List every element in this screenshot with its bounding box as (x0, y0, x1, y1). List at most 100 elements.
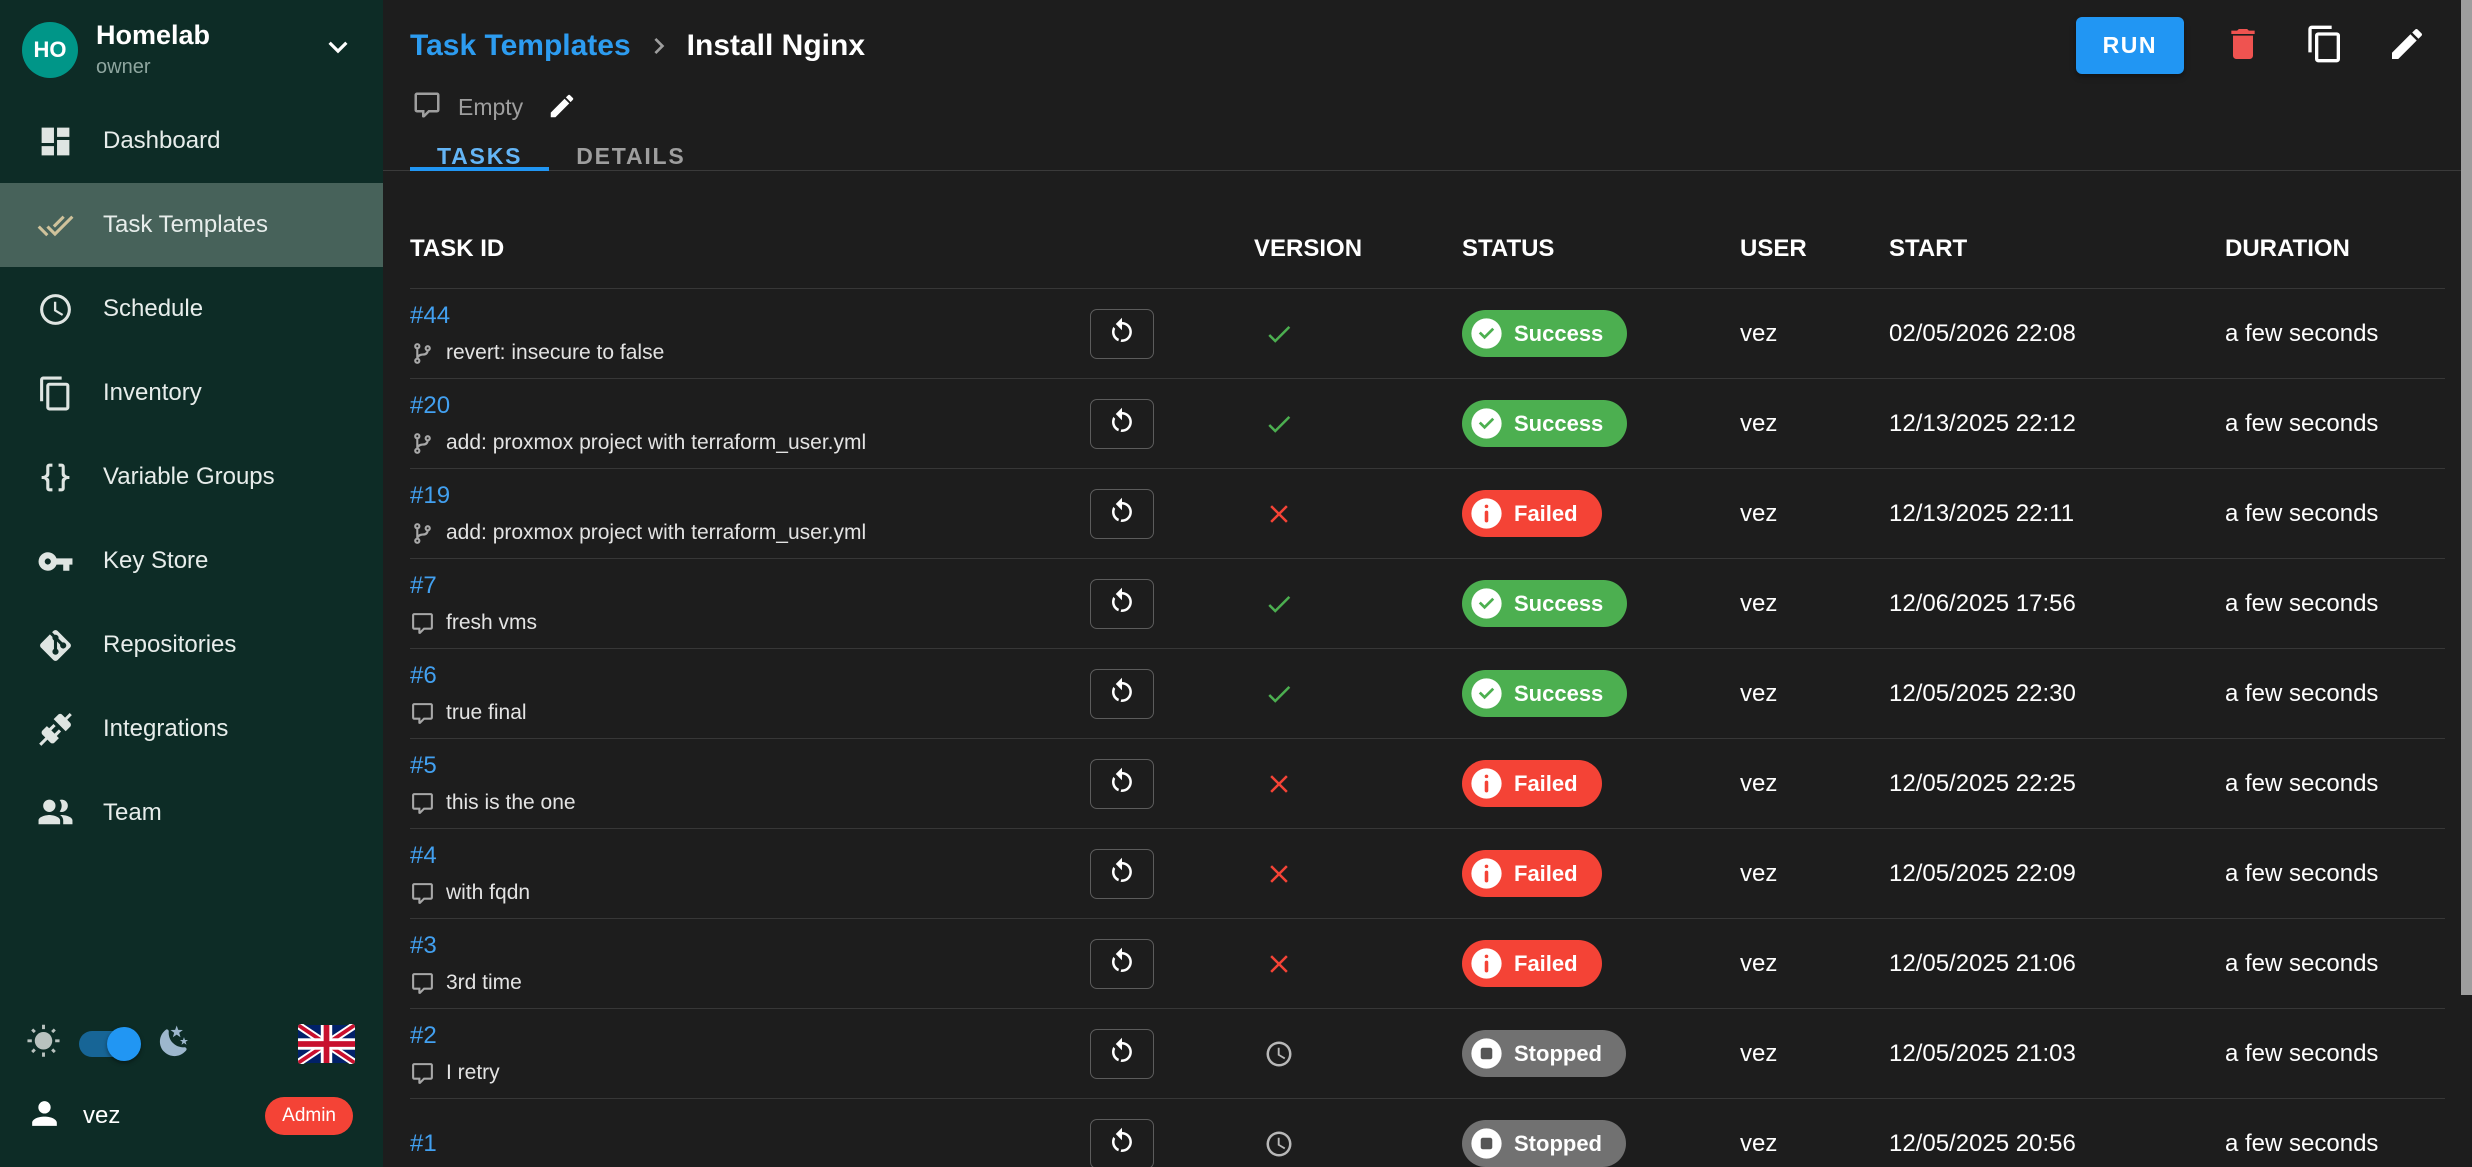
table-row: #7 fresh vms Success vez 12/06/2025 17:5… (410, 559, 2445, 649)
status-badge[interactable]: Success (1462, 400, 1627, 447)
edit-pencil-icon (547, 91, 577, 124)
status-badge[interactable]: Failed (1462, 940, 1602, 987)
rerun-button[interactable] (1090, 579, 1154, 629)
task-user: vez (1740, 1040, 1889, 1068)
sidebar-item-team[interactable]: Team (0, 771, 383, 855)
scrollbar-thumb[interactable] (2461, 0, 2472, 995)
rerun-button[interactable] (1090, 399, 1154, 449)
restart-icon (1107, 677, 1137, 710)
comment-icon (412, 90, 442, 125)
task-user: vez (1740, 1130, 1889, 1158)
task-id-cell: #19 add: proxmox project with terraform_… (410, 482, 1060, 546)
task-start: 12/13/2025 22:12 (1889, 410, 2225, 438)
table-row: #20 add: proxmox project with terraform_… (410, 379, 2445, 469)
uk-flag-icon[interactable] (298, 1024, 355, 1064)
restart-icon (1107, 947, 1137, 980)
sidebar-item-schedule[interactable]: Schedule (0, 267, 383, 351)
rerun-button[interactable] (1090, 669, 1154, 719)
task-id-cell: #4 with fqdn (410, 842, 1060, 906)
task-id-link[interactable]: #19 (410, 482, 450, 510)
task-start: 12/05/2025 21:03 (1889, 1040, 2225, 1068)
rerun-button[interactable] (1090, 849, 1154, 899)
dark-mode-toggle[interactable] (79, 1031, 139, 1057)
status-badge[interactable]: Success (1462, 310, 1627, 357)
status-badge[interactable]: Failed (1462, 850, 1602, 897)
sidebar-item-task-templates[interactable]: Task Templates (0, 183, 383, 267)
task-id-link[interactable]: #5 (410, 752, 437, 780)
task-id-link[interactable]: #44 (410, 302, 450, 330)
edit-template-button[interactable] (2384, 23, 2430, 69)
task-user: vez (1740, 770, 1889, 798)
header-actions: RUN (2076, 17, 2430, 74)
user-name: vez (83, 1102, 120, 1130)
git-branch-icon (410, 341, 435, 366)
rerun-button[interactable] (1090, 489, 1154, 539)
message-text: add: proxmox project with terraform_user… (446, 521, 866, 545)
status-cell: Failed (1462, 760, 1740, 807)
tab-tasks[interactable]: TASKS (410, 143, 549, 170)
rerun-button[interactable] (1090, 939, 1154, 989)
table-row: #6 true final Success vez 12/05/2025 22:… (410, 649, 2445, 739)
status-cell: Stopped (1462, 1120, 1740, 1167)
run-button[interactable]: RUN (2076, 17, 2184, 74)
workspace-role: owner (96, 56, 301, 79)
restart-icon (1107, 587, 1137, 620)
message-text: 3rd time (446, 971, 522, 995)
status-badge[interactable]: Success (1462, 580, 1627, 627)
comment-icon (410, 971, 435, 996)
status-badge[interactable]: Failed (1462, 760, 1602, 807)
tab-details[interactable]: DETAILS (549, 143, 712, 170)
edit-description-button[interactable] (547, 91, 577, 124)
inventory-icon (37, 375, 74, 412)
task-message: 3rd time (410, 971, 1060, 996)
sidebar-item-key-store[interactable]: Key Store (0, 519, 383, 603)
task-start: 12/05/2025 20:56 (1889, 1130, 2225, 1158)
rerun-button[interactable] (1090, 1029, 1154, 1079)
status-badge[interactable]: Stopped (1462, 1030, 1626, 1077)
status-badge[interactable]: Stopped (1462, 1120, 1626, 1167)
task-id-link[interactable]: #20 (410, 392, 450, 420)
copy-template-button[interactable] (2302, 23, 2348, 69)
column-duration: DURATION (2225, 235, 2445, 263)
chevron-right-icon (643, 30, 675, 62)
moon-icon (157, 1024, 192, 1064)
status-badge[interactable]: Failed (1462, 490, 1602, 537)
sidebar-item-inventory[interactable]: Inventory (0, 351, 383, 435)
rerun-button[interactable] (1090, 309, 1154, 359)
sidebar-item-dashboard[interactable]: Dashboard (0, 99, 383, 183)
rerun-button[interactable] (1090, 1119, 1154, 1167)
breadcrumb-parent-link[interactable]: Task Templates (410, 29, 631, 63)
status-cell: Success (1462, 400, 1740, 447)
theme-controls (0, 1009, 383, 1079)
rerun-cell (1060, 849, 1254, 899)
delete-template-button[interactable] (2220, 23, 2266, 69)
comment-icon (410, 881, 435, 906)
task-id-link[interactable]: #6 (410, 662, 437, 690)
task-id-link[interactable]: #7 (410, 572, 437, 600)
task-id-link[interactable]: #2 (410, 1022, 437, 1050)
git-branch-icon (410, 521, 435, 546)
sidebar-item-integrations[interactable]: Integrations (0, 687, 383, 771)
status-cell: Failed (1462, 850, 1740, 897)
sidebar: HO Homelab owner Dashboard Task Template… (0, 0, 383, 1167)
sidebar-item-variable-groups[interactable]: Variable Groups (0, 435, 383, 519)
rerun-cell (1060, 1029, 1254, 1079)
sidebar-item-repositories[interactable]: Repositories (0, 603, 383, 687)
rerun-button[interactable] (1090, 759, 1154, 809)
dashboard-icon (37, 123, 74, 160)
status-cell: Success (1462, 670, 1740, 717)
status-badge[interactable]: Success (1462, 670, 1627, 717)
status-badge-label: Stopped (1514, 1131, 1602, 1157)
user-menu[interactable]: vez Admin (0, 1079, 383, 1153)
version-status-icon (1254, 859, 1462, 889)
workspace-switcher[interactable]: HO Homelab owner (0, 0, 383, 91)
task-id-cell: #2 I retry (410, 1022, 1060, 1086)
message-text: with fqdn (446, 881, 530, 905)
restart-icon (1107, 857, 1137, 890)
task-id-link[interactable]: #1 (410, 1130, 437, 1158)
version-status-icon (1254, 409, 1462, 439)
task-id-link[interactable]: #4 (410, 842, 437, 870)
column-version: VERSION (1254, 235, 1462, 263)
task-id-link[interactable]: #3 (410, 932, 437, 960)
rerun-cell (1060, 579, 1254, 629)
